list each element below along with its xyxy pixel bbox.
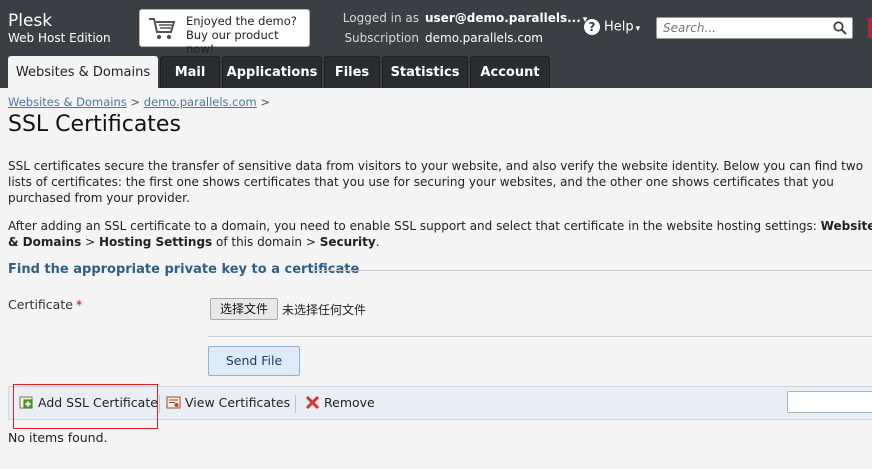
instructions-paragraph: After adding an SSL certificate to a dom…: [8, 218, 872, 250]
view-certificates-button[interactable]: View Certificates: [166, 395, 290, 410]
user-menu[interactable]: user@demo.parallels...: [425, 11, 581, 25]
remove-x-icon: [305, 395, 320, 410]
instructions-text: After adding an SSL certificate to a dom…: [8, 219, 821, 233]
page-title: SSL Certificates: [8, 112, 181, 137]
certificate-label: Certificate *: [8, 297, 82, 312]
brand-name: Plesk: [8, 11, 53, 31]
top-header: Plesk Web Host Edition Enjoyed the demo?…: [0, 0, 872, 88]
toolbar-separator: [159, 395, 160, 413]
instructions-path-security: Security: [319, 235, 376, 249]
instructions-text-mid: of this domain >: [212, 235, 320, 249]
tab-mail[interactable]: Mail: [160, 56, 220, 88]
breadcrumb-domain[interactable]: demo.parallels.com: [144, 95, 257, 109]
tab-statistics[interactable]: Statistics: [382, 56, 468, 88]
promo-line1: Enjoyed the demo?: [186, 14, 297, 28]
promo-line2: Buy our product now!: [186, 28, 279, 56]
shopping-cart-icon: [149, 18, 176, 40]
buy-promo-banner[interactable]: Enjoyed the demo? Buy our product now!: [139, 9, 310, 56]
remove-button[interactable]: Remove: [305, 395, 375, 410]
toolbar-separator: [295, 395, 296, 413]
subscription-label: Subscription: [344, 31, 419, 45]
certificate-label-text: Certificate: [8, 297, 73, 312]
instructions-sep: >: [81, 235, 99, 249]
instructions-end: .: [375, 235, 380, 249]
breadcrumb: Websites & Domains > demo.parallels.com …: [8, 95, 270, 109]
list-search-input[interactable]: [787, 391, 872, 413]
view-certificates-label: View Certificates: [185, 395, 291, 410]
remove-label: Remove: [324, 395, 375, 410]
intro-paragraph: SSL certificates secure the transfer of …: [8, 159, 864, 205]
search-box: [656, 17, 853, 39]
certificate-icon: [166, 396, 181, 409]
help-menu[interactable]: ? Help ▾: [584, 19, 640, 35]
form-divider: [208, 336, 872, 337]
help-label: Help: [604, 19, 634, 35]
chevron-down-icon: ▾: [635, 23, 641, 34]
breadcrumb-separator: >: [260, 95, 271, 109]
section-divider: [312, 270, 872, 271]
tab-account[interactable]: Account: [470, 56, 550, 88]
tab-files[interactable]: Files: [324, 56, 380, 88]
logout-button[interactable]: [868, 18, 872, 38]
file-status: 未选择任何文件: [282, 303, 367, 317]
choose-file-button[interactable]: 选择文件: [210, 298, 278, 320]
subscription-value[interactable]: demo.parallels.com: [425, 31, 543, 45]
account-info: Logged in as user@demo.parallels... ▾ Subs…: [339, 9, 588, 47]
help-icon: ?: [584, 19, 600, 35]
instructions-path-hosting: Hosting Settings: [98, 235, 213, 249]
send-file-button[interactable]: Send File: [208, 346, 300, 376]
empty-list-message: No items found.: [8, 430, 108, 445]
search-icon[interactable]: [833, 21, 847, 35]
plesk-logo[interactable]: Plesk Web Host Edition: [8, 12, 111, 46]
logged-in-label: Logged in as: [342, 11, 419, 25]
brand-edition: Web Host Edition: [8, 31, 111, 45]
highlight-box: [13, 384, 158, 429]
breadcrumb-websites-domains[interactable]: Websites & Domains: [8, 95, 127, 109]
search-input[interactable]: [657, 18, 827, 38]
tab-websites-domains[interactable]: Websites & Domains: [8, 56, 158, 88]
breadcrumb-separator: >: [130, 95, 141, 109]
tab-applications[interactable]: Applications: [222, 56, 322, 88]
section-heading: Find the appropriate private key to a ce…: [8, 262, 360, 277]
required-mark: *: [75, 297, 83, 312]
